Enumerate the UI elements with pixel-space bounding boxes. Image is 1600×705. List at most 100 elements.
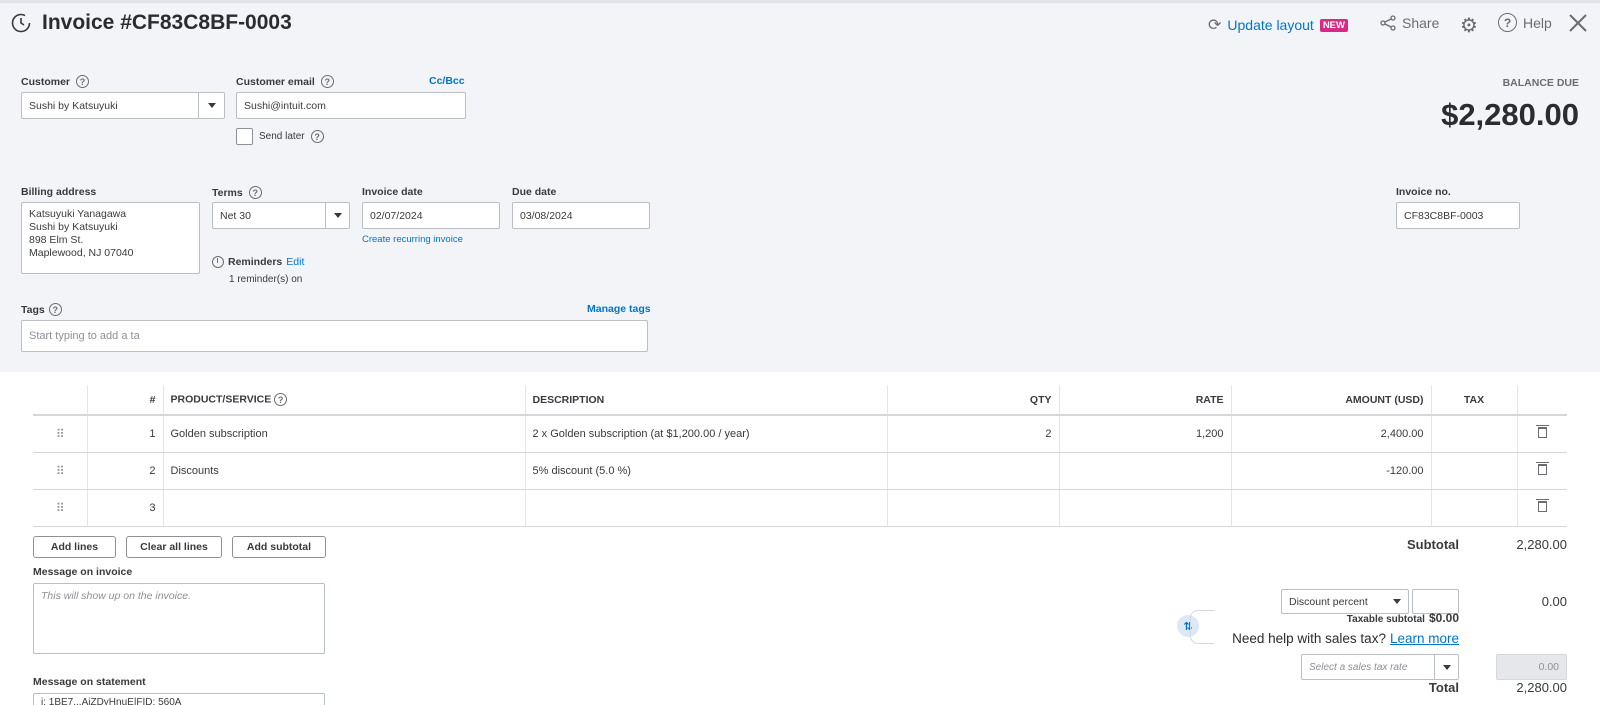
help-icon: ? (248, 186, 262, 199)
balance-due-label: BALANCE DUE (1502, 77, 1579, 89)
billing-line: 898 Elm St. (29, 234, 84, 246)
reminders-edit-link[interactable]: Edit (286, 256, 304, 268)
table-row[interactable]: ⠿ 2 Discounts 5% discount (5.0 %) -120.0… (33, 452, 1567, 490)
delete-line-button[interactable] (1517, 452, 1567, 490)
help-icon: ? (1498, 13, 1517, 32)
invoice-date-label: Invoice date (362, 186, 423, 198)
manage-tags-link[interactable]: Manage tags (587, 303, 651, 315)
qty-cell[interactable] (887, 489, 1060, 527)
row-number: 2 (87, 452, 164, 490)
product-cell[interactable] (163, 489, 526, 527)
sales-tax-rate-placeholder: Select a sales tax rate (1309, 661, 1408, 673)
message-invoice-field[interactable]: This will show up on the invoice. (33, 583, 325, 654)
help-label: Help (1523, 14, 1552, 31)
qty-cell[interactable] (887, 452, 1060, 490)
invoice-date-value: 02/07/2024 (370, 209, 423, 222)
drag-handle[interactable]: ⠿ (33, 415, 88, 453)
taxable-subtotal-label: Taxable subtotal (1346, 614, 1425, 625)
help-icon: ? (320, 75, 334, 88)
invoice-no-label: Invoice no. (1396, 186, 1451, 198)
email-field[interactable]: Sushi@intuit.com (236, 92, 466, 119)
taxable-subtotal-row: Taxable subtotal $0.00 (1347, 611, 1459, 625)
line-items-table: # PRODUCT/SERVICE ? DESCRIPTION QTY RATE… (33, 385, 1567, 527)
terms-label-row: Terms ? (212, 186, 262, 199)
amount-cell[interactable]: -120.00 (1231, 452, 1432, 490)
gear-icon[interactable]: ⚙ (1460, 13, 1478, 38)
sales-tax-help-text: Need help with sales tax? (1232, 631, 1386, 646)
billing-address-field[interactable]: Katsuyuki Yanagawa Sushi by Katsuyuki 89… (21, 202, 200, 274)
customer-value: Sushi by Katsuyuki (29, 99, 118, 112)
num-col-header: # (87, 385, 164, 416)
description-cell[interactable]: 2 x Golden subscription (at $1,200.00 / … (525, 415, 888, 453)
description-cell[interactable] (525, 489, 888, 527)
drag-handle[interactable]: ⠿ (33, 452, 88, 490)
tax-cell[interactable] (1431, 452, 1518, 490)
balance-due-amount: $2,280.00 (1441, 97, 1579, 132)
invoice-date-field[interactable]: 02/07/2024 (362, 202, 500, 229)
sales-tax-amount-field: 0.00 (1496, 654, 1567, 680)
row-number: 1 (87, 415, 164, 453)
message-statement-field[interactable]: i: 1BE7...AiZDyHnuE|FID: 560A (33, 693, 325, 705)
send-later-checkbox[interactable] (236, 128, 253, 145)
amount-cell[interactable]: 2,400.00 (1231, 415, 1432, 453)
clear-all-lines-button[interactable]: Clear all lines (126, 536, 222, 558)
amount-cell[interactable] (1231, 489, 1432, 527)
tags-input[interactable]: Start typing to add a ta (21, 320, 648, 352)
cc-bcc-link[interactable]: Cc/Bcc (429, 75, 465, 87)
update-layout-button[interactable]: ⟳ Update layout NEW (1208, 15, 1348, 35)
table-header-row: # PRODUCT/SERVICE ? DESCRIPTION QTY RATE… (33, 385, 1567, 416)
description-col-header: DESCRIPTION (525, 385, 888, 416)
chevron-down-icon[interactable] (198, 93, 224, 118)
share-button[interactable]: Share (1380, 15, 1439, 31)
new-badge: NEW (1319, 18, 1348, 32)
qty-cell[interactable]: 2 (887, 415, 1060, 453)
learn-more-link[interactable]: Learn more (1390, 631, 1459, 646)
customer-select[interactable]: Sushi by Katsuyuki (21, 92, 225, 119)
help-icon: ? (76, 75, 90, 88)
rate-cell[interactable] (1059, 452, 1232, 490)
subtotal-value: 2,280.00 (1516, 537, 1567, 552)
close-icon[interactable] (1568, 13, 1588, 36)
rate-cell[interactable] (1059, 489, 1232, 527)
tax-cell[interactable] (1431, 489, 1518, 527)
rate-cell[interactable]: 1,200 (1059, 415, 1232, 453)
chevron-down-icon[interactable] (325, 203, 349, 228)
product-cell[interactable]: Golden subscription (163, 415, 526, 453)
chevron-down-icon (1393, 599, 1401, 604)
delete-line-button[interactable] (1517, 415, 1567, 453)
product-col-label: PRODUCT/SERVICE (170, 393, 272, 406)
terms-select[interactable]: Net 30 (212, 202, 350, 229)
tax-col-header: TAX (1431, 385, 1518, 416)
customer-label-row: Customer ? (21, 75, 90, 88)
subtotal-label: Subtotal (1407, 537, 1459, 552)
drag-handle-icon: ⠿ (55, 500, 65, 515)
add-lines-button[interactable]: Add lines (33, 536, 116, 558)
product-cell[interactable]: Discounts (163, 452, 526, 490)
trash-icon (1535, 424, 1549, 438)
invoice-no-field[interactable]: CF83C8BF-0003 (1396, 202, 1520, 229)
create-recurring-link[interactable]: Create recurring invoice (362, 234, 463, 245)
delete-line-button[interactable] (1517, 489, 1567, 527)
add-subtotal-button[interactable]: Add subtotal (232, 536, 326, 558)
drag-handle[interactable]: ⠿ (33, 489, 88, 527)
recent-transactions-icon[interactable] (10, 12, 32, 34)
total-value: 2,280.00 (1516, 680, 1567, 695)
help-icon: ? (274, 393, 288, 406)
chevron-down-icon[interactable] (1434, 655, 1458, 679)
reminders-status: 1 reminder(s) on (229, 274, 303, 285)
table-row[interactable]: ⠿ 1 Golden subscription 2 x Golden subsc… (33, 415, 1567, 453)
table-row[interactable]: ⠿ 3 (33, 489, 1567, 527)
drag-handle-icon: ⠿ (55, 426, 65, 441)
help-button[interactable]: ? Help (1498, 13, 1552, 32)
trash-icon (1535, 498, 1549, 512)
sales-tax-rate-select[interactable]: Select a sales tax rate (1301, 654, 1459, 680)
refresh-icon: ⟳ (1208, 17, 1222, 34)
tax-cell[interactable] (1431, 415, 1518, 453)
due-date-field[interactable]: 03/08/2024 (512, 202, 650, 229)
tax-swap-bracket (1190, 610, 1214, 644)
terms-value: Net 30 (220, 209, 251, 222)
billing-line: Maplewood, NJ 07040 (29, 247, 134, 259)
billing-line: Katsuyuki Yanagawa (29, 208, 127, 220)
row-number: 3 (87, 489, 164, 527)
description-cell[interactable]: 5% discount (5.0 %) (525, 452, 888, 490)
